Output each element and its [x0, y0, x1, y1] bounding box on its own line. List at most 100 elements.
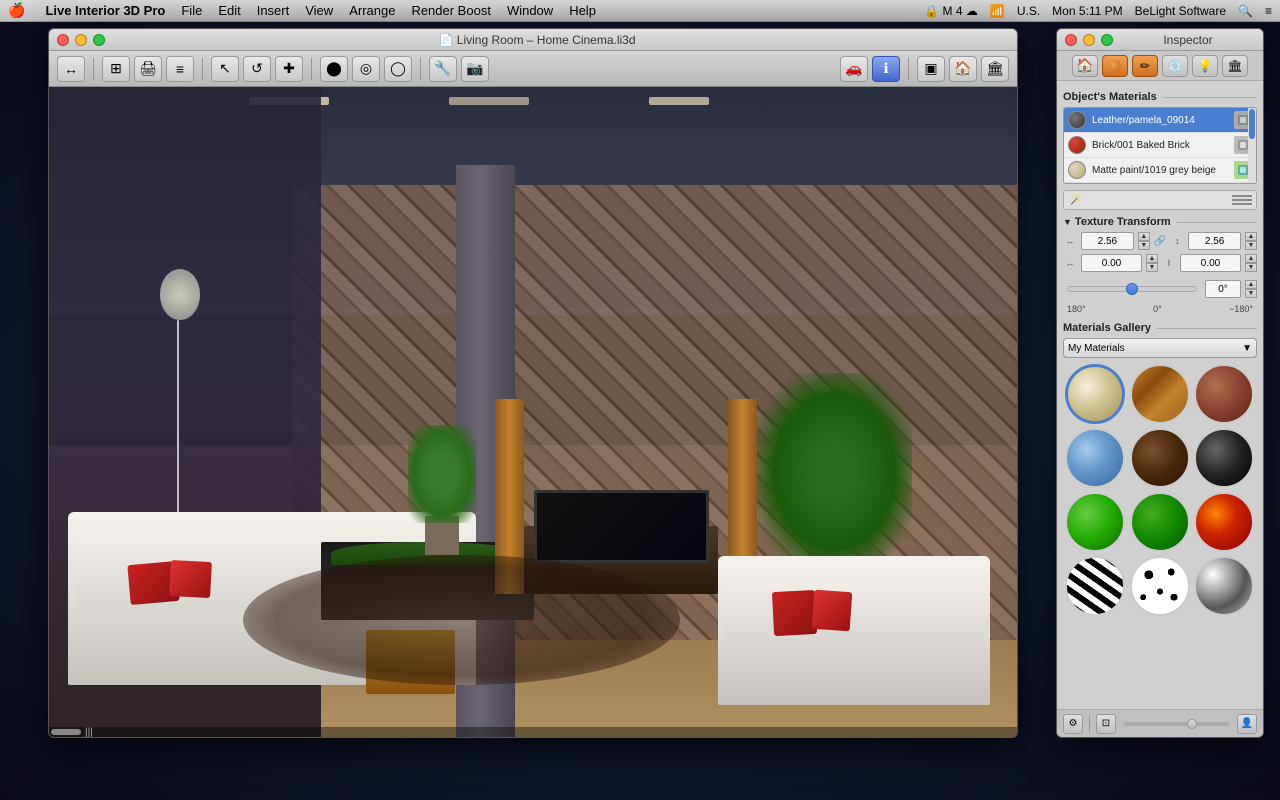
window-controls [57, 34, 105, 46]
rotate-btn[interactable]: ↺ [243, 56, 271, 82]
offset-y-input[interactable]: 0.00 [1180, 254, 1241, 272]
height-stepper[interactable]: ▲ ▼ [1245, 232, 1257, 250]
menu-render[interactable]: Render Boost [411, 3, 491, 18]
menu-arrange[interactable]: Arrange [349, 3, 395, 18]
menu-window[interactable]: Window [507, 3, 553, 18]
mode-btn-1[interactable]: ⬤ [320, 56, 348, 82]
tab-edit[interactable]: ✏ [1132, 55, 1158, 77]
viewport[interactable]: ||| [49, 87, 1018, 737]
angle-labels: 180° 0° −180° [1063, 302, 1257, 314]
menu-view[interactable]: View [305, 3, 333, 18]
gallery-item-fire[interactable] [1194, 492, 1254, 552]
angle-up[interactable]: ▲ [1245, 280, 1257, 289]
inspector-close[interactable] [1065, 34, 1077, 46]
view-btn-1[interactable]: ▣ [917, 56, 945, 82]
print-btn[interactable]: 🖨 [134, 56, 162, 82]
gallery-item-chrome[interactable] [1194, 556, 1254, 616]
gallery-header: My Materials ▼ [1063, 338, 1257, 358]
toolbar-sep-3 [311, 58, 312, 80]
mode-btn-3[interactable]: ◯ [384, 56, 412, 82]
material-item-1[interactable]: Leather/pamela_09014 [1064, 108, 1256, 133]
floor-plan-btn[interactable]: ⊞ [102, 56, 130, 82]
offset-y-down[interactable]: ▼ [1245, 263, 1257, 272]
close-button[interactable] [57, 34, 69, 46]
tab-house[interactable]: 🏠 [1072, 55, 1098, 77]
inspector-max[interactable] [1101, 34, 1113, 46]
gallery-dropdown[interactable]: My Materials ▼ [1063, 338, 1257, 358]
gallery-item-cream[interactable] [1065, 364, 1125, 424]
camera-btn[interactable]: 📷 [461, 56, 489, 82]
offset-x-stepper[interactable]: ▲ ▼ [1146, 254, 1158, 272]
app-name[interactable]: Live Interior 3D Pro [45, 3, 165, 18]
gallery-item-water[interactable] [1065, 428, 1125, 488]
tab-light[interactable]: 💡 [1192, 55, 1218, 77]
toolbar-sep-2 [202, 58, 203, 80]
angle-slider-container: 0° ▲ ▼ 180° 0° −180° [1063, 276, 1257, 318]
bottom-person-btn[interactable]: 👤 [1237, 714, 1257, 734]
offset-x-down[interactable]: ▼ [1146, 263, 1158, 272]
tab-material[interactable] [1102, 55, 1128, 77]
gallery-item-green-dark[interactable] [1130, 492, 1190, 552]
view-btn-2[interactable]: 🏠 [949, 56, 977, 82]
gallery-item-green-bright[interactable] [1065, 492, 1125, 552]
material-item-2[interactable]: Brick/001 Baked Brick [1064, 133, 1256, 158]
menubar-menu-icon[interactable]: ≡ [1265, 4, 1272, 18]
menubar-network: 📶 [990, 4, 1005, 18]
select-btn[interactable]: ↖ [211, 56, 239, 82]
scroll-indicator[interactable]: ||| [49, 727, 1018, 737]
gallery-item-wood-light[interactable] [1130, 364, 1190, 424]
angle-value-input[interactable]: 0° [1205, 280, 1241, 298]
gallery-item-spots[interactable] [1130, 556, 1190, 616]
toolbar-sep-4 [420, 58, 421, 80]
menu-help[interactable]: Help [569, 3, 596, 18]
offset-y-stepper[interactable]: ▲ ▼ [1245, 254, 1257, 272]
menu-insert[interactable]: Insert [257, 3, 290, 18]
gallery-item-black[interactable] [1194, 428, 1254, 488]
minimize-button[interactable] [75, 34, 87, 46]
offset-x-up[interactable]: ▲ [1146, 254, 1158, 263]
height-input[interactable]: 2.56 [1188, 232, 1241, 250]
menubar-search-icon[interactable]: 🔍 [1238, 4, 1253, 18]
tools-btn[interactable]: 🔧 [429, 56, 457, 82]
wand-bar[interactable]: 🪄 [1063, 190, 1257, 210]
gallery-item-brick[interactable] [1194, 364, 1254, 424]
bottom-zoom-slider[interactable] [1124, 722, 1229, 726]
gallery-item-dark-wood[interactable] [1130, 428, 1190, 488]
inspector-min[interactable] [1083, 34, 1095, 46]
width-down[interactable]: ▼ [1138, 241, 1150, 250]
angle-down[interactable]: ▼ [1245, 289, 1257, 298]
angle-slider-track[interactable] [1067, 286, 1197, 292]
texture-transform-title: ▼ Texture Transform [1063, 216, 1257, 228]
width-up[interactable]: ▲ [1138, 232, 1150, 241]
offset-x-input[interactable]: 0.00 [1081, 254, 1142, 272]
tab-building[interactable]: 🏛 [1222, 55, 1248, 77]
width-input[interactable]: 2.56 [1081, 232, 1134, 250]
section-collapse-icon[interactable]: ▼ [1063, 217, 1072, 227]
info-btn[interactable]: ℹ [872, 56, 900, 82]
bottom-gear-btn[interactable]: ⚙ [1063, 714, 1083, 734]
add-btn[interactable]: ✚ [275, 56, 303, 82]
angle-stepper[interactable]: ▲ ▼ [1245, 280, 1257, 298]
car-btn[interactable]: 🚗 [840, 56, 868, 82]
maximize-button[interactable] [93, 34, 105, 46]
sofa-right [718, 549, 990, 705]
bottom-fit-btn[interactable]: ⊡ [1096, 714, 1116, 734]
material-item-3[interactable]: Matte paint/1019 grey beige [1064, 158, 1256, 183]
nav-back-forward[interactable]: ↔ [57, 56, 85, 82]
materials-scrollbar[interactable] [1248, 108, 1256, 183]
angle-slider-thumb[interactable] [1126, 283, 1138, 295]
mode-btn-2[interactable]: ◎ [352, 56, 380, 82]
width-stepper[interactable]: ▲ ▼ [1138, 232, 1150, 250]
offset-y-up[interactable]: ▲ [1245, 254, 1257, 263]
tab-disk[interactable]: 💿 [1162, 55, 1188, 77]
menu-edit[interactable]: Edit [218, 3, 240, 18]
width-icon: ↔ [1063, 236, 1077, 246]
menu-file[interactable]: File [181, 3, 202, 18]
list-btn[interactable]: ≡ [166, 56, 194, 82]
view-btn-3[interactable]: 🏛 [981, 56, 1009, 82]
gallery-item-zebra[interactable] [1065, 556, 1125, 616]
height-up[interactable]: ▲ [1245, 232, 1257, 241]
main-toolbar: ↔ ⊞ 🖨 ≡ ↖ ↺ ✚ ⬤ ◎ ◯ 🔧 📷 🚗 ℹ ▣ 🏠 🏛 [49, 51, 1017, 87]
height-down[interactable]: ▼ [1245, 241, 1257, 250]
apple-menu[interactable]: 🍎 [8, 2, 25, 19]
